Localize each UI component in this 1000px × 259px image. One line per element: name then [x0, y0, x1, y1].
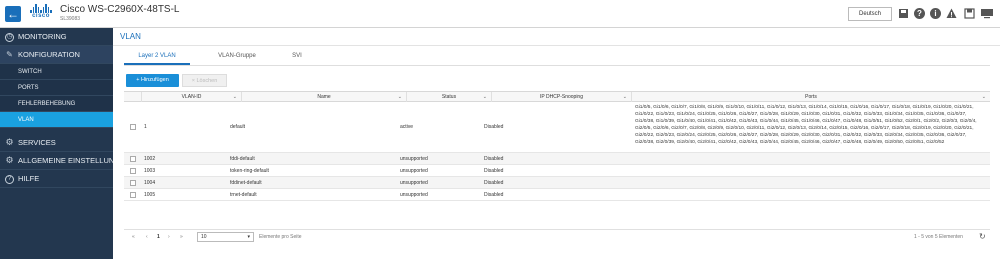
- page-size-select[interactable]: 10 ▾: [197, 232, 254, 242]
- tabs-divider: [124, 65, 990, 66]
- sidebar-item-switch[interactable]: SWITCH: [0, 64, 113, 80]
- sidebar-item-fehlerbehebung[interactable]: FEHLERBEHEBUNG: [0, 96, 113, 112]
- filter-icon: ⌄: [232, 94, 237, 100]
- cisco-logo: cisco: [28, 4, 54, 24]
- help-circle-icon: ?: [5, 175, 14, 184]
- title-divider: [113, 45, 1000, 46]
- main-content: VLAN Layer 2 VLAN VLAN-Gruppe SVI + Hinz…: [113, 28, 1000, 259]
- table-row[interactable]: 1004 fddinet-default unsupported Disable…: [124, 177, 990, 189]
- page-title: VLAN: [120, 32, 141, 41]
- save-icon[interactable]: [964, 8, 975, 19]
- wrench-icon: ✎: [6, 50, 13, 59]
- next-page-button[interactable]: ›: [168, 234, 170, 240]
- chevron-down-icon: ▾: [247, 234, 250, 240]
- current-page[interactable]: 1: [157, 234, 160, 240]
- nav-monitoring[interactable]: ◷ MONITORING: [0, 28, 113, 46]
- row-checkbox[interactable]: [130, 124, 136, 130]
- home-button[interactable]: ←: [5, 6, 21, 22]
- monitor-icon[interactable]: [980, 8, 994, 19]
- device-hostname: SL39083: [60, 16, 81, 22]
- vlan-table: VLAN-ID ⌄ Name ⌄ Status ⌄ IP DHCP-Snooping ⌄…: [124, 91, 990, 201]
- nav-allgemeine-einstellungen[interactable]: ⚙ ALLGEMEINE EINSTELLUNGEN: [0, 152, 113, 170]
- row-checkbox[interactable]: [130, 156, 136, 162]
- pager: « ‹ 1 › » 10 ▾ Elemente pro Seite 1 - 5 …: [124, 229, 990, 243]
- tab-layer2-vlan[interactable]: Layer 2 VLAN: [124, 51, 190, 65]
- first-page-button[interactable]: «: [132, 234, 135, 240]
- nav-hilfe[interactable]: ? HILFE: [0, 170, 113, 188]
- settings-icon: ⚙: [5, 155, 14, 165]
- header-select: [124, 92, 142, 102]
- filter-icon: ⌄: [622, 94, 627, 100]
- help-icon[interactable]: ?: [914, 8, 925, 19]
- row-checkbox[interactable]: [130, 168, 136, 174]
- filter-icon: ⌄: [397, 94, 402, 100]
- table-row[interactable]: 1005 trnet-default unsupported Disabled: [124, 189, 990, 201]
- pager-summary: 1 - 5 von 5 Elementen: [914, 234, 963, 240]
- add-button[interactable]: + Hinzufügen: [126, 74, 179, 87]
- page-size-label: Elemente pro Seite: [259, 234, 302, 240]
- ports-list: Gi1/0/5, Gi1/0/6, Gi1/0/7, Gi1/0/8, Gi1/…: [635, 105, 977, 145]
- delete-button[interactable]: × Löschen: [182, 74, 227, 87]
- nav-konfiguration[interactable]: ✎ KONFIGURATION: [0, 46, 113, 64]
- save-config-icon[interactable]: [898, 8, 909, 19]
- row-checkbox[interactable]: [130, 192, 136, 198]
- header-name[interactable]: Name ⌄: [242, 92, 407, 102]
- table-row[interactable]: 1 default active Disabled Gi1/0/5, Gi1/0…: [124, 102, 990, 153]
- table-header: VLAN-ID ⌄ Name ⌄ Status ⌄ IP DHCP-Snooping ⌄…: [124, 91, 990, 102]
- header-vlan-id[interactable]: VLAN-ID ⌄: [142, 92, 242, 102]
- header-ports[interactable]: Ports ⌄: [632, 92, 990, 102]
- sidebar-item-ports[interactable]: PORTS: [0, 80, 113, 96]
- table-row[interactable]: 1003 token-ring-default unsupported Disa…: [124, 165, 990, 177]
- alert-icon[interactable]: [946, 8, 957, 19]
- sidebar-item-vlan[interactable]: VLAN: [0, 112, 113, 128]
- dashboard-icon: ◷: [5, 33, 14, 42]
- device-model: Cisco WS-C2960X-48TS-L: [60, 4, 180, 15]
- nav-services[interactable]: ⚙ SERVICES: [0, 134, 113, 152]
- filter-icon: ⌄: [482, 94, 487, 100]
- services-icon: ⚙: [5, 137, 14, 147]
- refresh-icon[interactable]: ↻: [979, 232, 986, 241]
- header-snooping[interactable]: IP DHCP-Snooping ⌄: [492, 92, 632, 102]
- header-status[interactable]: Status ⌄: [407, 92, 492, 102]
- prev-page-button[interactable]: ‹: [146, 234, 148, 240]
- info-icon[interactable]: i: [930, 8, 941, 19]
- language-select[interactable]: Deutsch: [848, 7, 892, 21]
- filter-icon: ⌄: [981, 94, 986, 100]
- table-row[interactable]: 1002 fddi-default unsupported Disabled: [124, 153, 990, 165]
- sidebar: ◷ MONITORING ✎ KONFIGURATION SWITCH PORT…: [0, 28, 113, 259]
- last-page-button[interactable]: »: [180, 234, 183, 240]
- top-header: ← cisco Cisco WS-C2960X-48TS-L SL39083 D…: [0, 0, 1000, 28]
- row-checkbox[interactable]: [130, 180, 136, 186]
- tab-vlan-gruppe[interactable]: VLAN-Gruppe: [204, 51, 270, 65]
- tab-svi[interactable]: SVI: [274, 51, 320, 65]
